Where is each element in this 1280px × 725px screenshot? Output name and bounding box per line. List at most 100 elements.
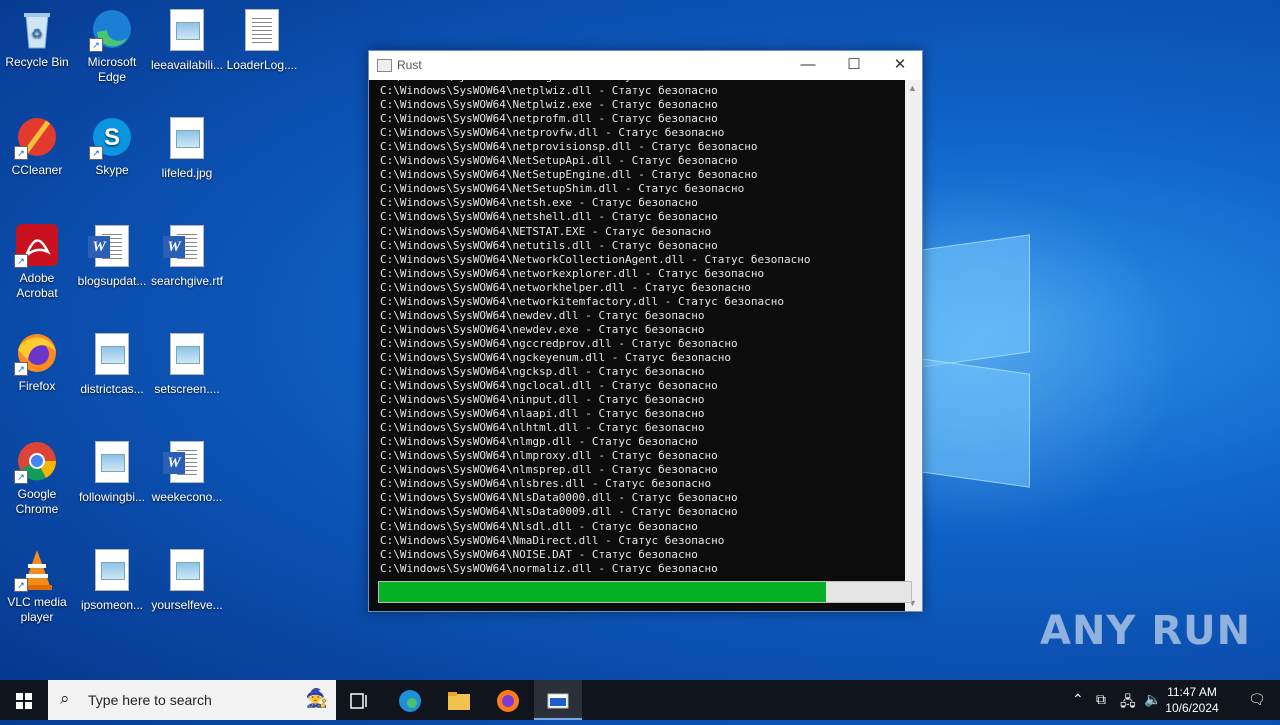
console-line: C:\Windows\SysWOW64\NOISE.DAT - Статус б…	[380, 547, 698, 561]
desktop-icon-leeavailabili[interactable]: leeavailabili...	[150, 6, 224, 73]
image-file-icon	[164, 117, 210, 163]
console-line: C:\Windows\SysWOW64\ninput.dll - Статус …	[380, 393, 705, 407]
desktop-icon-setscreen[interactable]: setscreen....	[150, 330, 224, 397]
ccleaner-icon: ↗	[14, 114, 60, 160]
taskbar-firefox-button[interactable]	[484, 680, 532, 720]
volume-icon[interactable]: 🔈	[1144, 691, 1161, 708]
desktop-icon-label: CCleaner	[11, 163, 63, 177]
taskbar-explorer-button[interactable]	[435, 680, 483, 720]
desktop-icon-blogsupdat[interactable]: Wblogsupdat...	[75, 222, 149, 289]
notification-center-icon[interactable]: 🗨	[1248, 691, 1266, 708]
taskbar: ⌕ Type here to search 🧙 ⌃ ⧉ 🖧 🔈 11:47 AM…	[0, 680, 1280, 720]
desktop-icon-skype[interactable]: S ↗ Skype	[75, 114, 149, 178]
console-line: C:\Windows\SysWOW64\NlsData0000.dll - Ст…	[380, 491, 738, 505]
desktop-icon-adobe-acrobat[interactable]: ↗ Adobe Acrobat	[0, 222, 74, 301]
console-line: C:\Windows\SysWOW64\ngcksp.dll - Статус …	[380, 364, 705, 378]
anyrun-watermark: ANY RUN	[1040, 608, 1252, 654]
rust-console-window[interactable]: Rust — ☐ ✕ C:\Windows\SysWOW64\netmsg.dl…	[368, 50, 923, 612]
desktop-icon-microsoft-edge[interactable]: ↗ Microsoft Edge	[75, 6, 149, 85]
console-lines: C:\Windows\SysWOW64\netmsg.dll - Статус …	[380, 80, 810, 576]
taskbar-clock[interactable]: 11:47 AM 10/6/2024	[1162, 684, 1222, 716]
image-file-icon	[164, 549, 210, 595]
console-line: C:\Windows\SysWOW64\Netplwiz.exe - Стату…	[380, 98, 718, 112]
desktop-icon-label: ipsomeon...	[80, 598, 144, 612]
desktop-icon-ipsomeon[interactable]: ipsomeon...	[75, 546, 149, 613]
chrome-icon: ↗	[14, 438, 60, 484]
task-view-button[interactable]	[336, 680, 384, 720]
console-line: C:\Windows\SysWOW64\NmaDirect.dll - Стат…	[380, 533, 725, 547]
desktop-icon-lifeled-jpg[interactable]: lifeled.jpg	[150, 114, 224, 181]
console-scrollbar[interactable]: ▲ ▼	[905, 80, 922, 611]
console-line: C:\Windows\SysWOW64\netplwiz.dll - Стату…	[380, 84, 718, 98]
start-button[interactable]	[0, 680, 48, 720]
console-line: C:\Windows\SysWOW64\ngccredprov.dll - Ст…	[380, 336, 738, 350]
taskbar-search-box[interactable]: ⌕ Type here to search 🧙	[48, 680, 336, 720]
image-file-icon	[89, 333, 135, 379]
window-title: Rust	[397, 58, 422, 72]
window-titlebar[interactable]: Rust — ☐ ✕	[369, 51, 922, 80]
shortcut-arrow-icon: ↗	[14, 578, 28, 592]
taskbar-edge-button[interactable]	[386, 680, 434, 720]
console-line: C:\Windows\SysWOW64\NetSetupEngine.dll -…	[380, 168, 758, 182]
desktop-icon-loaderlog[interactable]: LoaderLog....	[225, 6, 299, 73]
desktop-icon-label: LoaderLog....	[226, 58, 298, 72]
desktop-icon-label: leeavailabili...	[150, 58, 224, 72]
taskbar-console-button[interactable]	[534, 680, 582, 720]
console-line: C:\Windows\SysWOW64\netshell.dll - Стату…	[380, 210, 718, 224]
console-line: C:\Windows\SysWOW64\nlmgp.dll - Статус б…	[380, 435, 698, 449]
console-line: C:\Windows\SysWOW64\networkexplorer.dll …	[380, 266, 765, 280]
svg-text:S: S	[104, 124, 120, 151]
desktop-icon-label: lifeled.jpg	[161, 166, 213, 180]
console-line: C:\Windows\SysWOW64\ngckeyenum.dll - Ста…	[380, 350, 731, 364]
text-file-icon	[239, 9, 285, 55]
network-icon[interactable]: 🖧	[1120, 691, 1136, 715]
desktop-icon-followingbi[interactable]: followingbi...	[75, 438, 149, 505]
desktop-icon-yourselfeve[interactable]: yourselfeve...	[150, 546, 224, 613]
firefox-icon: ↗	[14, 330, 60, 376]
show-hidden-icons-icon[interactable]: ⌃	[1072, 691, 1084, 708]
desktop-icon-weekecono[interactable]: Wweekecono...	[150, 438, 224, 505]
console-output[interactable]: C:\Windows\SysWOW64\netmsg.dll - Статус …	[369, 80, 905, 611]
desktop-icon-label: Firefox	[18, 379, 56, 393]
search-icon: ⌕	[60, 689, 70, 708]
image-file-icon	[164, 9, 210, 55]
desktop-icon-vlc-media-player[interactable]: ↗ VLC media player	[0, 546, 74, 625]
console-line: C:\Windows\SysWOW64\ngclocal.dll - Стату…	[380, 379, 718, 393]
desktop-icon-recycle-bin[interactable]: ♻ Recycle Bin	[0, 6, 74, 70]
desktop-icon-google-chrome[interactable]: ↗ Google Chrome	[0, 438, 74, 517]
search-highlight-icon[interactable]: 🧙	[306, 688, 328, 709]
console-line: C:\Windows\SysWOW64\nlsbres.dll - Статус…	[380, 477, 712, 491]
system-tray: ⌃ ⧉ 🖧 🔈 11:47 AM 10/6/2024 🗨	[1020, 680, 1280, 720]
desktop-icon-searchgive-rtf[interactable]: Wsearchgive.rtf	[150, 222, 224, 289]
console-line: C:\Windows\SysWOW64\NlsData0009.dll - Ст…	[380, 505, 738, 519]
desktop-icon-firefox[interactable]: ↗ Firefox	[0, 330, 74, 394]
recycle-bin-icon: ♻	[14, 6, 60, 52]
desktop-icon-districtcas[interactable]: districtcas...	[75, 330, 149, 397]
console-icon	[547, 693, 569, 709]
desktop-icon-label: searchgive.rtf	[150, 274, 224, 288]
firefox-icon	[497, 690, 519, 713]
console-line: C:\Windows\SysWOW64\Nlsdl.dll - Статус б…	[380, 519, 698, 533]
edge-icon: ↗	[89, 6, 135, 52]
console-app-icon	[377, 59, 392, 72]
console-line: C:\Windows\SysWOW64\nlmsprep.dll - Стату…	[380, 463, 718, 477]
console-line: C:\Windows\SysWOW64\NetSetupShim.dll - С…	[380, 182, 745, 196]
console-line: C:\Windows\SysWOW64\networkitemfactory.d…	[380, 294, 784, 308]
desktop-icon-label: blogsupdat...	[77, 274, 147, 288]
console-line: C:\Windows\SysWOW64\nlmproxy.dll - Стату…	[380, 449, 718, 463]
search-placeholder: Type here to search	[88, 692, 212, 708]
minimize-button[interactable]: —	[785, 51, 831, 80]
close-button[interactable]: ✕	[877, 51, 923, 80]
console-line: C:\Windows\SysWOW64\netprovisionsp.dll -…	[380, 140, 758, 154]
task-view-icon	[350, 693, 367, 709]
console-line: C:\Windows\SysWOW64\networkhelper.dll - …	[380, 280, 751, 294]
acrobat-icon: ↗	[14, 222, 60, 268]
desktop-icon-label: Skype	[95, 163, 129, 177]
desktop-icon-ccleaner[interactable]: ↗ CCleaner	[0, 114, 74, 178]
clock-time: 11:47 AM	[1167, 685, 1217, 699]
desktop-icon-label: Recycle Bin	[5, 55, 69, 69]
shortcut-arrow-icon: ↗	[14, 146, 28, 160]
network-adapter-icon[interactable]: ⧉	[1096, 691, 1106, 708]
scroll-up-icon[interactable]: ▲	[908, 83, 917, 93]
maximize-button[interactable]: ☐	[831, 51, 877, 80]
